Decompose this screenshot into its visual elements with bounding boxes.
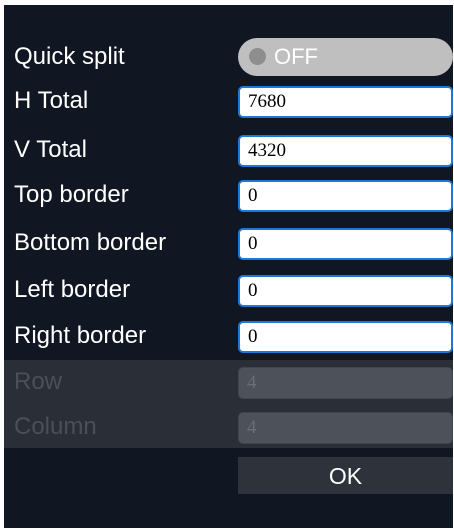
left-border-label: Left border <box>14 276 131 303</box>
column-count-label: Column <box>14 413 97 440</box>
v-total-label: V Total <box>14 136 87 163</box>
left-border-row: Left border <box>4 271 453 309</box>
quick-split-panel: Quick split OFF H Total V Total Top bord… <box>4 5 453 528</box>
column-count-row: Column <box>4 408 453 446</box>
h-total-row: H Total <box>4 82 453 120</box>
top-border-label: Top border <box>14 181 129 208</box>
bottom-border-input[interactable] <box>238 228 453 260</box>
right-border-label: Right border <box>14 322 147 349</box>
v-total-row: V Total <box>4 131 453 169</box>
column-count-input <box>238 412 453 444</box>
right-border-input[interactable] <box>238 321 453 353</box>
right-border-row: Right border <box>4 317 453 355</box>
top-border-row: Top border <box>4 176 453 214</box>
ok-button[interactable]: OK <box>238 457 453 494</box>
quick-split-toggle[interactable]: OFF <box>238 38 453 76</box>
toggle-knob-icon <box>249 48 266 65</box>
left-border-input[interactable] <box>238 275 453 307</box>
h-total-label: H Total <box>14 87 89 114</box>
h-total-input[interactable] <box>238 86 453 118</box>
row-count-label: Row <box>14 368 63 395</box>
quick-split-label: Quick split <box>14 43 125 70</box>
row-count-row: Row <box>4 363 453 401</box>
v-total-input[interactable] <box>238 135 453 167</box>
toggle-state-text: OFF <box>274 44 318 69</box>
bottom-border-row: Bottom border <box>4 224 453 262</box>
row-count-input <box>238 367 453 399</box>
top-border-input[interactable] <box>238 180 453 212</box>
bottom-border-label: Bottom border <box>14 229 167 256</box>
